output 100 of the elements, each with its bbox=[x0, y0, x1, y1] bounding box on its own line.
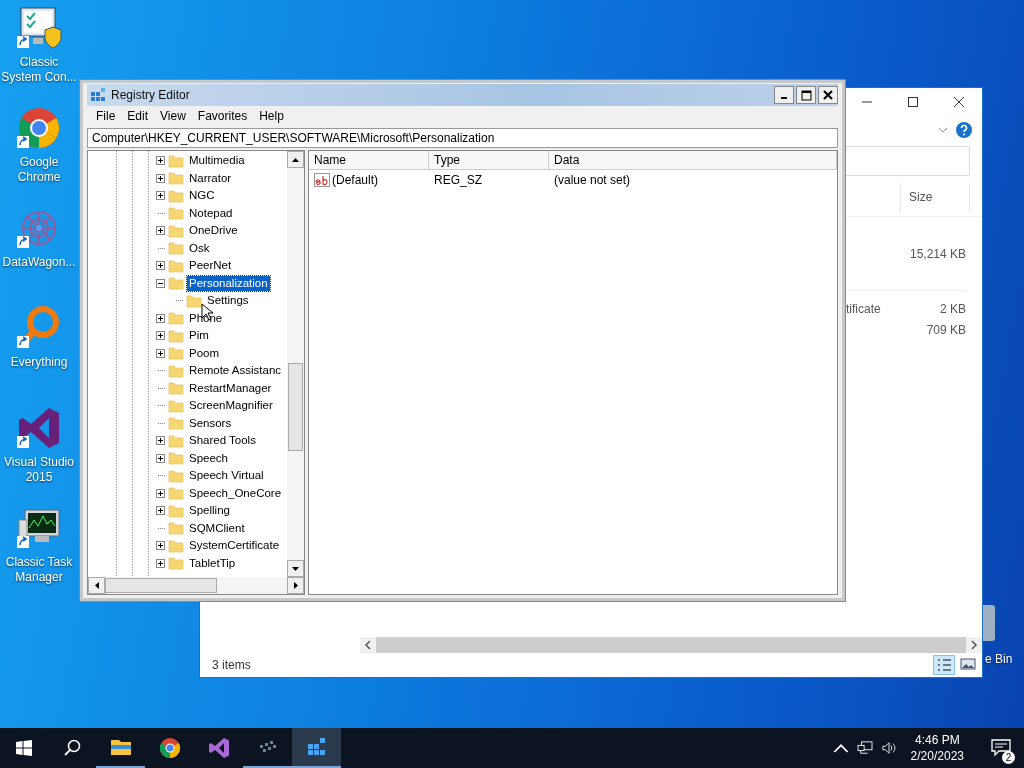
maximize-icon bbox=[908, 97, 918, 107]
expand-icon[interactable] bbox=[156, 173, 165, 183]
triangle-down-icon bbox=[292, 566, 299, 571]
scrollbar-thumb[interactable] bbox=[105, 578, 217, 593]
folder-icon bbox=[168, 170, 184, 187]
tree-item[interactable]: Spelling bbox=[187, 503, 232, 519]
folder-icon bbox=[168, 415, 184, 432]
tree-item[interactable]: Sensors bbox=[187, 415, 234, 431]
folder-icon bbox=[168, 327, 184, 344]
column-header[interactable]: Size bbox=[900, 183, 970, 211]
folder-icon bbox=[168, 397, 184, 414]
scroll-left-button[interactable] bbox=[88, 577, 105, 594]
triangle-right-icon bbox=[293, 582, 298, 589]
chevron-down-icon[interactable] bbox=[938, 127, 948, 133]
expand-icon[interactable] bbox=[156, 506, 165, 516]
minimize-icon bbox=[781, 97, 787, 99]
tree-item[interactable]: NGC bbox=[187, 188, 217, 204]
folder-icon bbox=[168, 537, 184, 554]
column-header[interactable]: Name bbox=[309, 151, 429, 169]
scrollbar-thumb[interactable] bbox=[288, 363, 303, 451]
minimize-button[interactable] bbox=[774, 86, 794, 104]
folder-icon bbox=[168, 152, 184, 169]
folder-icon bbox=[168, 467, 184, 484]
tree-item[interactable]: Speech bbox=[187, 450, 230, 466]
search-icon bbox=[63, 739, 81, 757]
tree-item[interactable]: Poom bbox=[187, 345, 222, 361]
help-icon[interactable] bbox=[956, 122, 972, 138]
close-button[interactable] bbox=[818, 86, 838, 104]
menu-item[interactable]: Help bbox=[253, 109, 290, 123]
tree-item[interactable]: Multimedia bbox=[187, 153, 247, 169]
folder-icon bbox=[168, 345, 184, 362]
file-size-cell-text: 15,214 KB bbox=[908, 246, 966, 261]
large-icons-view-icon[interactable] bbox=[958, 655, 978, 673]
value-name-cell[interactable]: (Default) bbox=[332, 173, 378, 187]
tree-item[interactable]: Narrator bbox=[187, 170, 234, 186]
windows-logo-icon bbox=[16, 740, 32, 756]
tree-item[interactable]: PeerNet bbox=[187, 258, 234, 274]
expand-icon[interactable] bbox=[156, 558, 165, 568]
visual-studio-icon bbox=[206, 736, 231, 760]
expand-icon[interactable] bbox=[156, 453, 165, 463]
close-icon bbox=[954, 97, 964, 107]
expand-icon[interactable] bbox=[156, 226, 165, 236]
folder-icon bbox=[168, 257, 184, 274]
tree-item[interactable]: SystemCertificate bbox=[187, 538, 282, 554]
expand-icon[interactable] bbox=[156, 313, 165, 323]
expand-icon[interactable] bbox=[156, 541, 165, 551]
tree-item[interactable]: Remote Assistanc bbox=[187, 363, 284, 379]
expand-icon[interactable] bbox=[156, 261, 165, 271]
triangle-up-icon bbox=[292, 157, 299, 162]
details-view-icon[interactable] bbox=[933, 655, 955, 675]
value-type-cell-text: REG_SZ bbox=[433, 173, 483, 187]
expand-icon[interactable] bbox=[156, 436, 165, 446]
maximize-button[interactable] bbox=[796, 86, 816, 104]
string-value-icon bbox=[314, 173, 330, 187]
tree-item[interactable]: Settings bbox=[205, 293, 251, 309]
tree-item[interactable]: Personalization bbox=[187, 275, 270, 291]
expand-icon[interactable] bbox=[156, 331, 165, 341]
tree-item[interactable]: SQMClient bbox=[187, 520, 247, 536]
menu-item[interactable]: File bbox=[90, 109, 122, 123]
file-size-cell-text: 2 KB bbox=[939, 301, 966, 316]
notifications-button[interactable]: 2 bbox=[978, 728, 1024, 768]
scroll-down-button[interactable] bbox=[287, 560, 304, 577]
status-text: 3 items bbox=[212, 658, 251, 672]
tree-item[interactable]: TabletTip bbox=[187, 555, 238, 571]
expand-icon[interactable] bbox=[156, 488, 165, 498]
menu-item[interactable]: Edit bbox=[121, 109, 155, 123]
menu-item[interactable]: View bbox=[154, 109, 192, 123]
tree-item[interactable]: OneDrive bbox=[187, 223, 240, 239]
menu-item[interactable]: Favorites bbox=[191, 109, 254, 123]
scroll-right-button[interactable] bbox=[287, 577, 304, 594]
registry-taskbar-button[interactable] bbox=[292, 728, 341, 768]
column-header[interactable]: Type bbox=[429, 151, 549, 169]
chrome-icon bbox=[157, 736, 182, 760]
column-header[interactable]: Data bbox=[549, 151, 837, 169]
horizontal-scrollbar[interactable] bbox=[88, 577, 304, 594]
expand-icon[interactable] bbox=[156, 191, 165, 201]
collapse-icon[interactable] bbox=[156, 278, 165, 288]
folder-icon bbox=[168, 380, 184, 397]
folder-icon bbox=[168, 310, 184, 327]
tree-item[interactable]: ScreenMagnifier bbox=[187, 398, 275, 414]
scroll-up-button[interactable] bbox=[287, 151, 304, 168]
tree-item[interactable]: Shared Tools bbox=[187, 433, 258, 449]
expand-icon[interactable] bbox=[156, 156, 165, 166]
tree-item[interactable]: Osk bbox=[187, 240, 212, 256]
tree-item[interactable]: Phone bbox=[187, 310, 225, 326]
tree-item[interactable]: RestartManager bbox=[187, 380, 274, 396]
vertical-scrollbar[interactable] bbox=[287, 151, 304, 577]
folder-icon bbox=[168, 485, 184, 502]
tree-item[interactable]: Speech Virtual bbox=[187, 468, 266, 484]
folder-icon bbox=[168, 502, 184, 519]
desktop-icon-label[interactable]: e Bin bbox=[985, 652, 1013, 666]
folder-icon bbox=[168, 275, 184, 292]
folder-icon bbox=[168, 187, 184, 204]
folder-icon bbox=[186, 292, 202, 309]
address-bar[interactable]: Computer\HKEY_CURRENT_USER\SOFTWARE\Microsoft\Personalization bbox=[87, 128, 838, 148]
clock[interactable]: 4:46 PM 2/20/2023 bbox=[900, 732, 978, 764]
tree-item[interactable]: Pim bbox=[187, 328, 211, 344]
expand-icon[interactable] bbox=[156, 348, 165, 358]
tree-item[interactable]: Notepad bbox=[187, 205, 235, 221]
tree-item[interactable]: Speech_OneCore bbox=[187, 485, 284, 501]
